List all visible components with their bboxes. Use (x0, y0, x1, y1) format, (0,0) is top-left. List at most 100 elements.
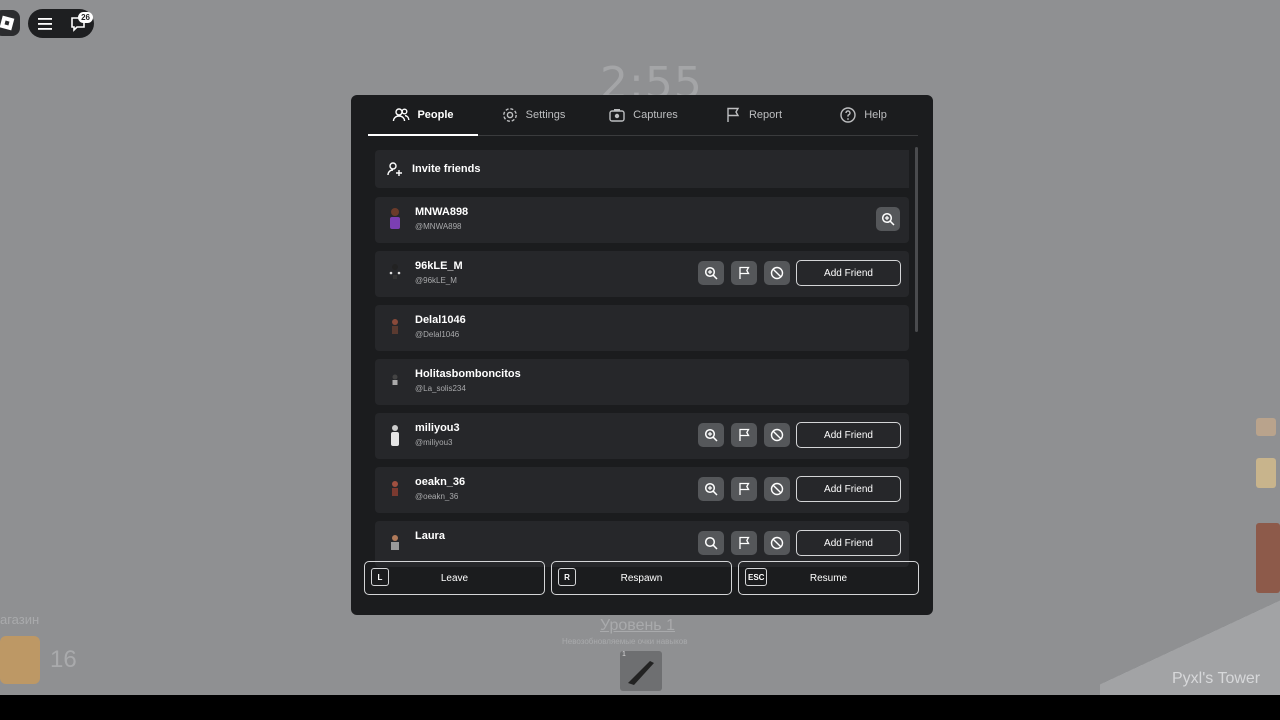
inspect-button[interactable] (698, 423, 724, 447)
notification-badge: 26 (78, 12, 93, 23)
player-avatar (392, 481, 398, 496)
shop-icon[interactable] (0, 636, 40, 684)
player-name: 96kLE_M (415, 260, 463, 272)
tab-settings[interactable]: Settings (478, 95, 588, 135)
block-button[interactable] (764, 261, 790, 285)
invite-friends-button[interactable]: Invite friends (375, 150, 909, 188)
invite-label: Invite friends (412, 163, 481, 175)
tab-label: Settings (525, 109, 566, 121)
player-avatar (392, 374, 398, 385)
people-list: Invite friends MNWA898 @MNWA898 96kLE_M … (375, 150, 909, 598)
key-hint: R (558, 568, 576, 586)
level-label: Уровень 1 (600, 617, 675, 634)
resume-button[interactable]: ESC Resume (738, 561, 919, 595)
player-name: MNWA898 (415, 206, 469, 218)
place-name: Pyxl's Tower (1172, 670, 1261, 687)
player-avatar (391, 535, 399, 550)
block-icon (770, 266, 784, 280)
player-row[interactable]: 96kLE_M @96kLE_M Add Friend (375, 251, 909, 297)
flag-icon (739, 482, 750, 495)
player-row[interactable]: oeakn_36 @oeakn_36 Add Friend (375, 467, 909, 513)
player-row[interactable]: miliyou3 @miliyou3 Add Friend (375, 413, 909, 459)
report-button[interactable] (731, 477, 757, 501)
player-handle: @96kLE_M (415, 276, 457, 285)
report-button[interactable] (731, 261, 757, 285)
tab-report[interactable]: Report (698, 95, 808, 135)
player-name: Holitasbomboncitos (415, 368, 521, 380)
add-friend-button[interactable]: Add Friend (796, 476, 901, 502)
player-handle: @oeakn_36 (415, 492, 459, 501)
block-button[interactable] (764, 531, 790, 555)
leave-button[interactable]: L Leave (364, 561, 545, 595)
key-hint: ESC (745, 568, 768, 586)
inspect-button[interactable] (698, 477, 724, 501)
people-icon (393, 108, 410, 122)
tab-label: Help (864, 109, 887, 121)
player-avatar (392, 319, 398, 334)
flag-icon (727, 107, 740, 122)
help-icon (840, 107, 856, 123)
add-friend-button[interactable]: Add Friend (796, 422, 901, 448)
level-subtitle: Невозобновляемые очки навыков (562, 637, 688, 646)
player-row[interactable]: Delal1046 @Delal1046 (375, 305, 909, 351)
inspect-button[interactable] (876, 207, 900, 231)
tab-people[interactable]: People (368, 95, 478, 136)
add-friend-button[interactable]: Add Friend (796, 260, 901, 286)
player-handle: @miliyou3 (415, 438, 453, 447)
menu-actions: L Leave R Respawn ESC Resume (364, 561, 920, 595)
chat-button[interactable]: 26 (61, 9, 94, 38)
flag-icon (739, 536, 750, 549)
screen-bottom-bar (0, 695, 1280, 720)
player-avatar (1256, 523, 1280, 593)
report-button[interactable] (731, 423, 757, 447)
camera-icon (609, 109, 625, 122)
player-name: Laura (415, 530, 445, 542)
resume-label: Resume (809, 572, 848, 584)
weapon-icon (628, 661, 654, 685)
zoom-icon (704, 536, 718, 550)
block-button[interactable] (764, 423, 790, 447)
respawn-button[interactable]: R Respawn (551, 561, 732, 595)
roblox-logo-icon[interactable] (0, 10, 20, 36)
player-name: oeakn_36 (415, 476, 466, 488)
coin-count: 16 (50, 646, 77, 673)
leaderboard-avatars (1256, 418, 1280, 594)
hotbar-slot[interactable]: 1 (620, 651, 662, 691)
flag-icon (739, 428, 750, 441)
flag-icon (739, 266, 750, 279)
zoom-icon (704, 266, 718, 280)
player-name: miliyou3 (415, 422, 460, 434)
player-handle: @MNWA898 (415, 222, 462, 231)
zoom-icon (704, 482, 718, 496)
list-scrollbar[interactable] (915, 147, 918, 332)
menu-tabs: People Settings Captures Report Help (368, 95, 918, 136)
player-row[interactable]: MNWA898 @MNWA898 (375, 197, 909, 243)
player-row[interactable]: Holitasbomboncitos @La_solis234 (375, 359, 909, 405)
respawn-label: Respawn (620, 572, 663, 584)
tab-captures[interactable]: Captures (588, 95, 698, 135)
tab-label: People (417, 109, 454, 121)
player-name: Delal1046 (415, 314, 466, 326)
add-person-icon (387, 162, 402, 176)
hamburger-icon (37, 17, 52, 30)
shop-label: агазин (0, 612, 40, 627)
tab-label: Report (748, 109, 783, 121)
zoom-icon (704, 428, 718, 442)
player-handle: @Delal1046 (415, 330, 460, 339)
add-friend-button[interactable]: Add Friend (796, 530, 901, 556)
player-avatar (1256, 418, 1276, 436)
player-avatar (391, 425, 399, 446)
report-button[interactable] (731, 531, 757, 555)
player-avatar (389, 264, 401, 279)
gear-icon (502, 108, 517, 122)
block-button[interactable] (764, 477, 790, 501)
inspect-button[interactable] (698, 261, 724, 285)
zoom-icon (881, 212, 895, 226)
block-icon (770, 482, 784, 496)
hotbar-slot-number: 1 (622, 651, 626, 658)
top-bar-pill: 26 (28, 9, 94, 38)
tab-help[interactable]: Help (808, 95, 918, 135)
player-avatar (1256, 458, 1276, 488)
menu-button[interactable] (28, 9, 61, 38)
inspect-button[interactable] (698, 531, 724, 555)
